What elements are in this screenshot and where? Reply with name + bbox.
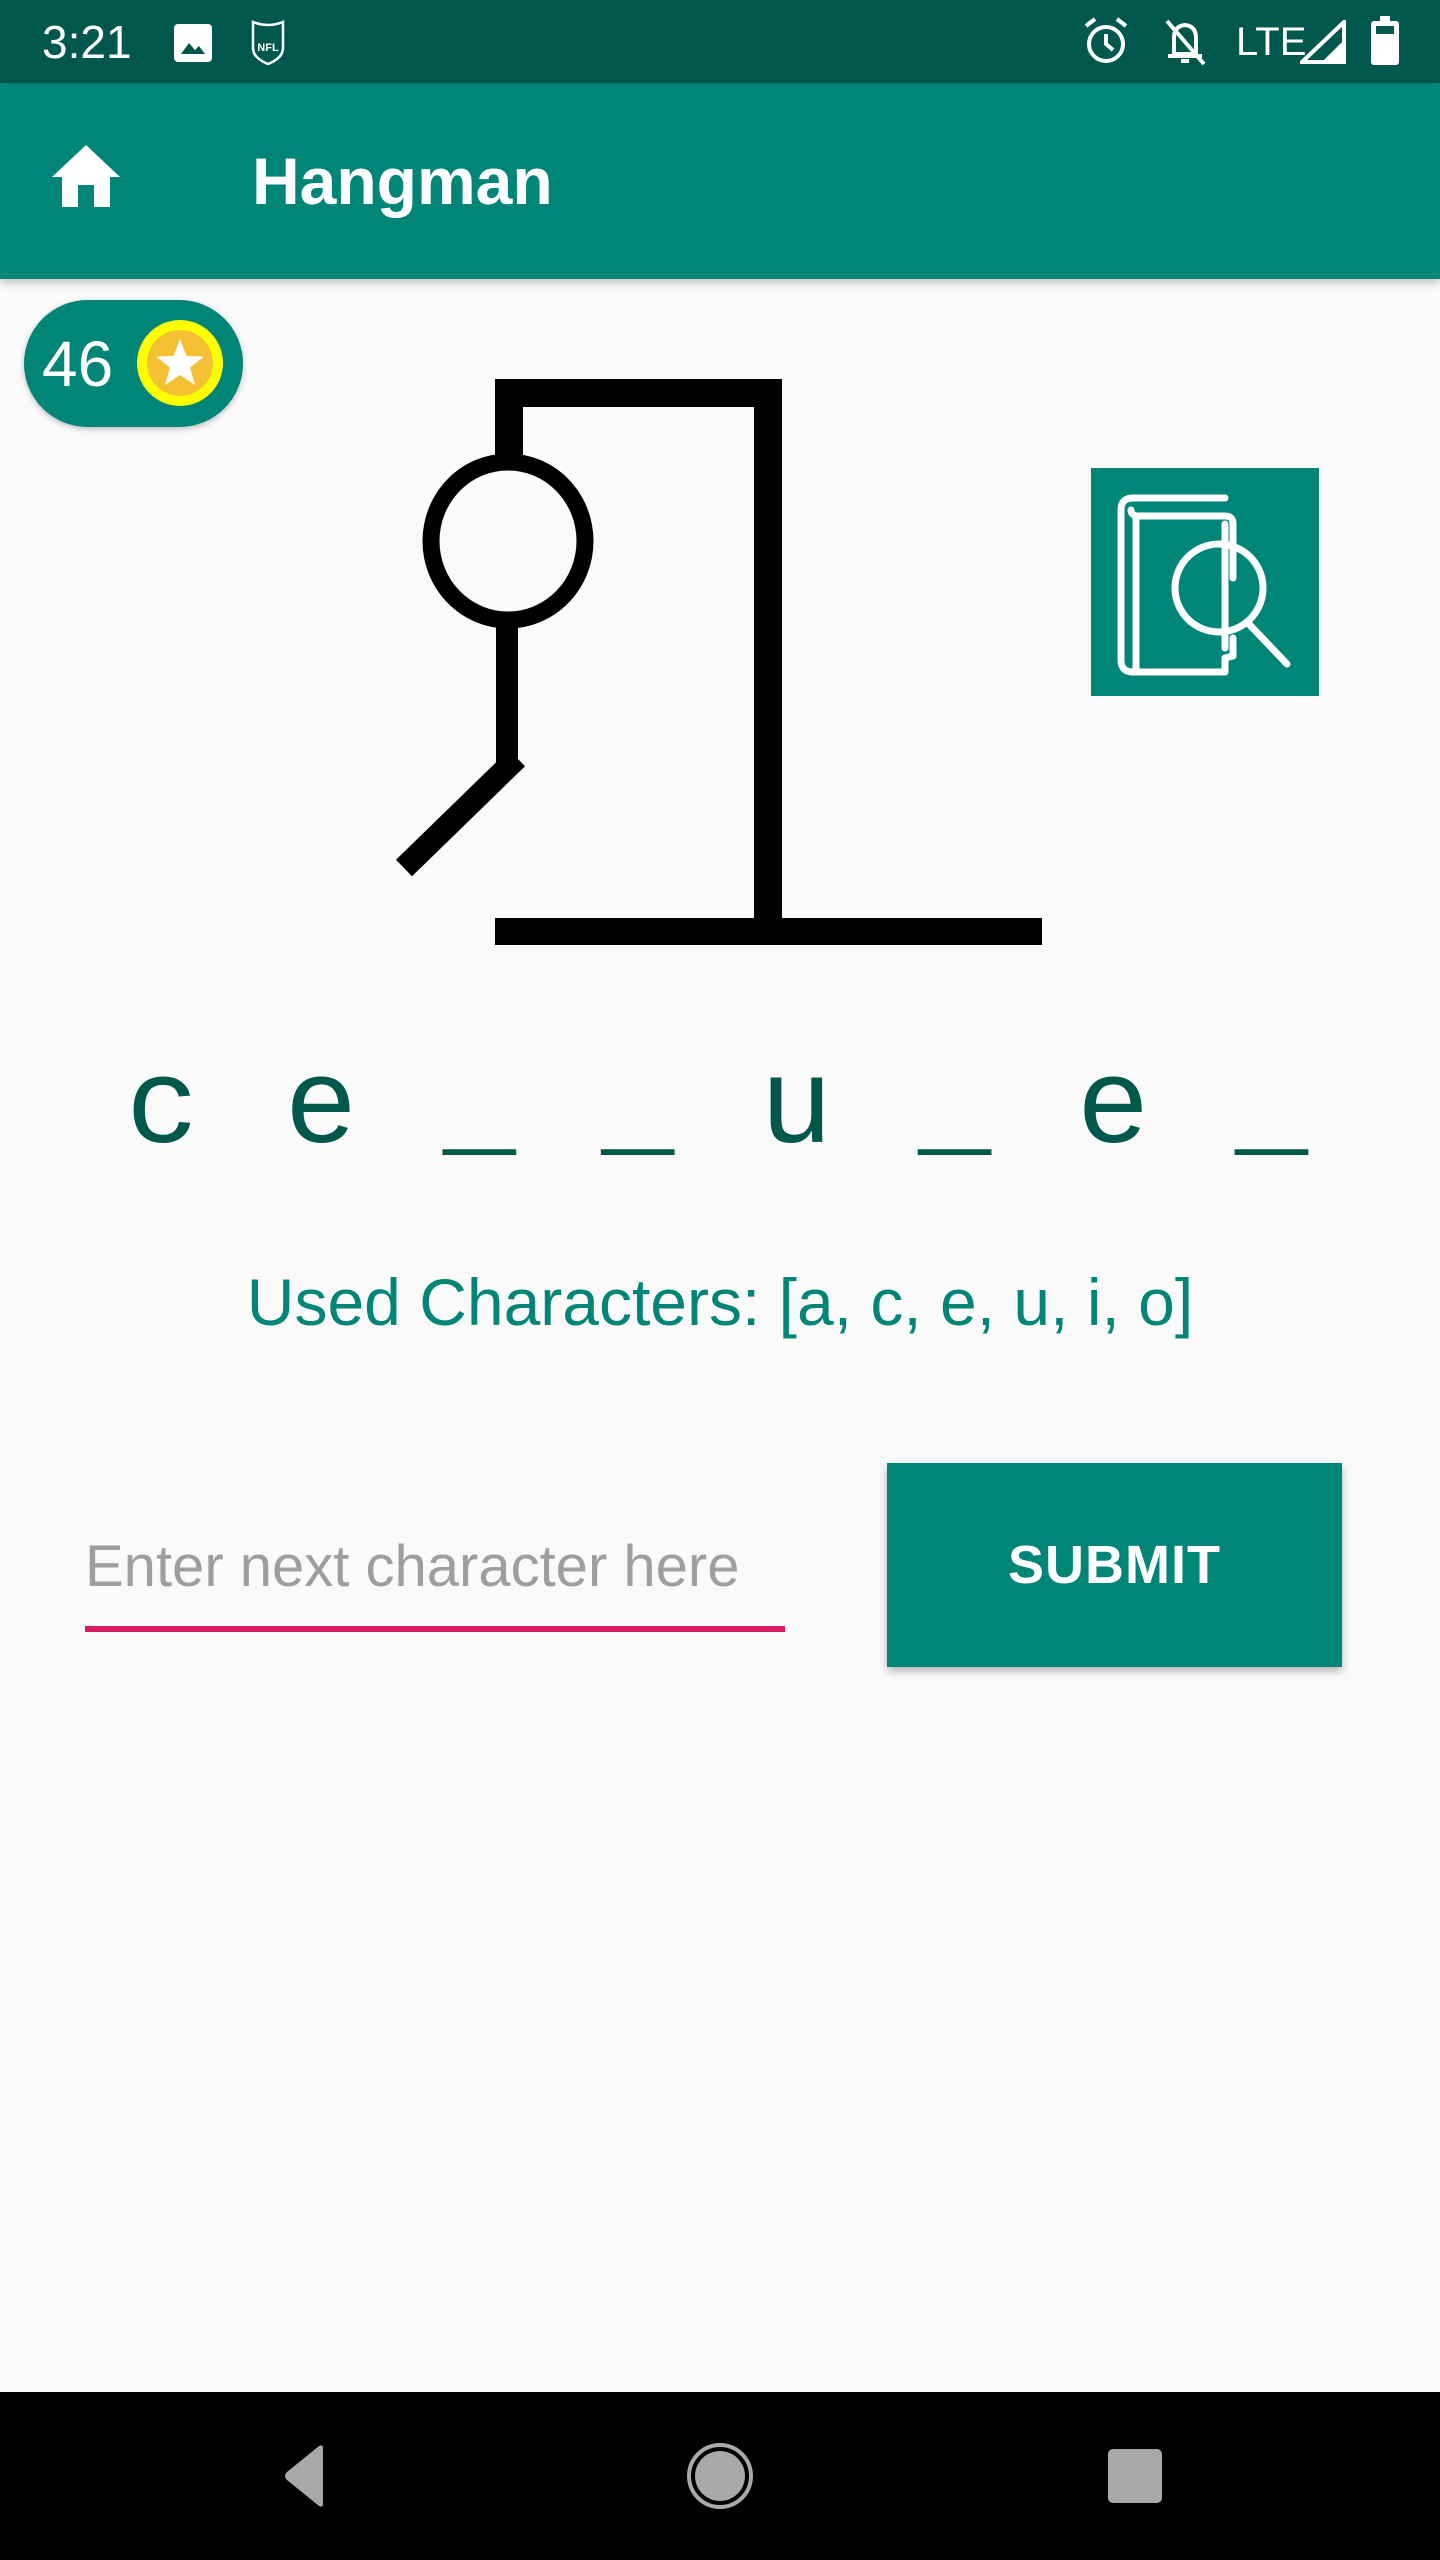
- input-underline: [85, 1626, 785, 1632]
- gallows-rope: [495, 379, 523, 465]
- character-input-field[interactable]: [85, 1510, 785, 1634]
- gallows: [495, 379, 1042, 945]
- hangman-head: [422, 453, 594, 629]
- recents-button[interactable]: [1095, 2436, 1175, 2516]
- used-characters: Used Characters: [a, c, e, u, i, o]: [246, 1265, 1194, 1339]
- hint-button[interactable]: [1091, 468, 1319, 696]
- home-nav-button[interactable]: [680, 2436, 760, 2516]
- gallows-post: [754, 379, 782, 945]
- hangman-body: [496, 616, 518, 762]
- back-icon: [285, 2445, 323, 2507]
- back-button[interactable]: [265, 2436, 345, 2516]
- submit-button[interactable]: SUBMIT: [887, 1463, 1342, 1667]
- gallows-top-beam: [495, 379, 782, 407]
- gallows-base: [495, 918, 1042, 945]
- hangman-left-leg: [395, 749, 526, 877]
- home-circle-icon: [687, 2443, 753, 2509]
- character-input[interactable]: [85, 1510, 785, 1622]
- navigation-bar: [0, 2392, 1440, 2560]
- book-search-icon: [1117, 494, 1291, 676]
- recents-icon: [1108, 2449, 1162, 2503]
- masked-word: c e _ _ u _ e _: [125, 1040, 1315, 1179]
